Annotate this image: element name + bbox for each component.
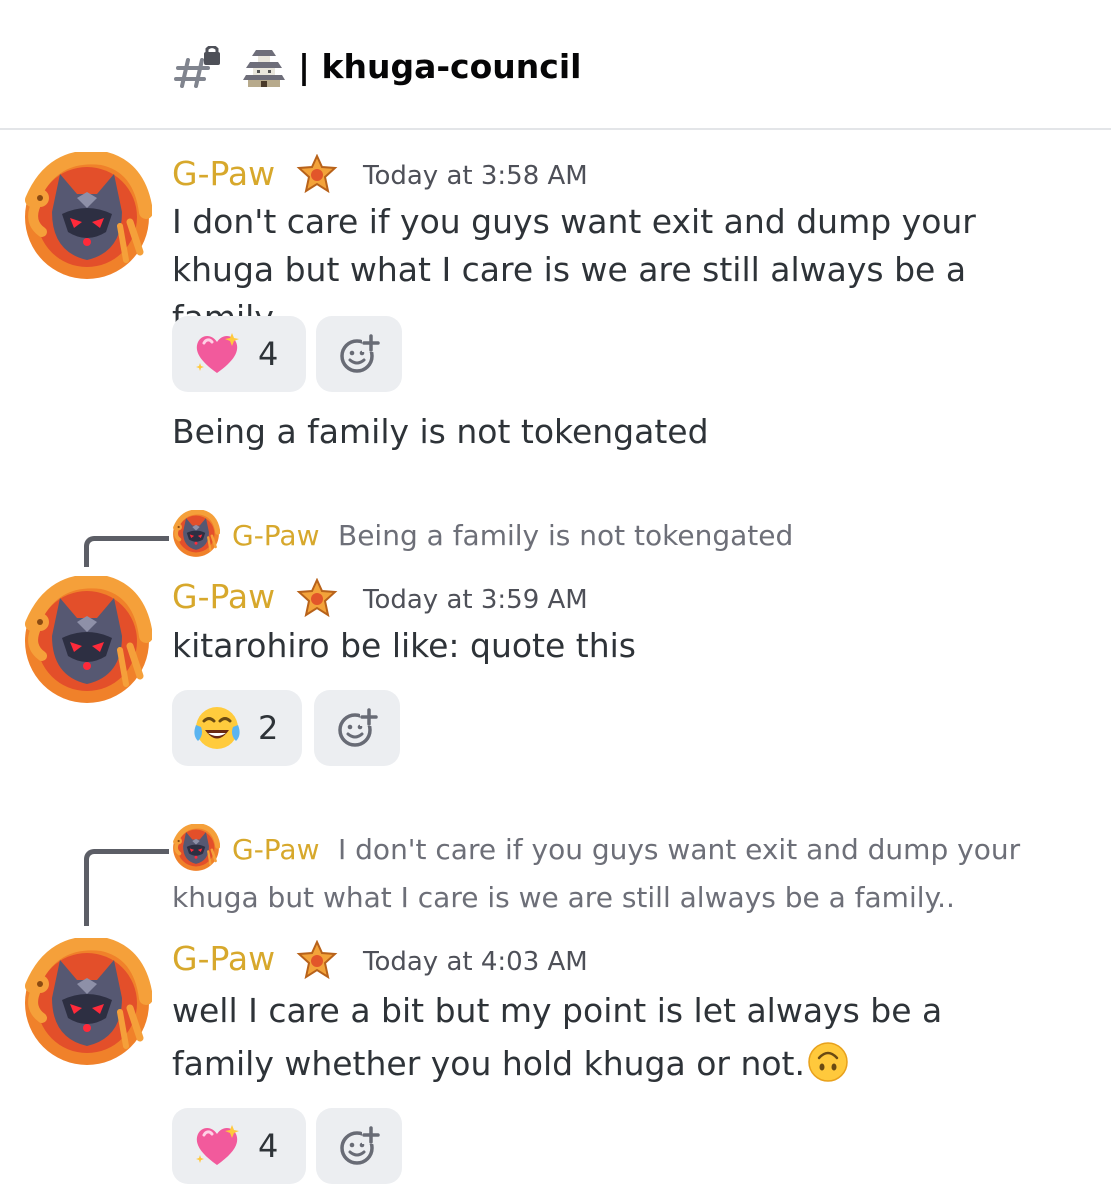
orange-star-badge-icon bbox=[296, 940, 338, 980]
message-text: Being a family is not tokengated bbox=[172, 412, 709, 451]
message-text: I don't care if you guys want exit and d… bbox=[172, 202, 976, 337]
add-reaction-button[interactable] bbox=[316, 1108, 402, 1184]
message-author[interactable]: G-Paw bbox=[172, 577, 275, 617]
reply-author[interactable]: G-Paw bbox=[232, 516, 320, 556]
add-reaction-button[interactable] bbox=[316, 316, 402, 392]
tears-of-joy-icon bbox=[192, 703, 242, 753]
sparkling-heart-icon bbox=[192, 1121, 242, 1171]
reply-connector bbox=[84, 849, 169, 926]
upside-down-face-icon bbox=[807, 1041, 849, 1083]
reply-preview-text[interactable]: Being a family is not tokengated bbox=[338, 512, 793, 560]
reaction-sparkling-heart[interactable]: 4 bbox=[172, 316, 306, 392]
channel-header: | khuga-council bbox=[0, 0, 1111, 130]
user-avatar[interactable] bbox=[22, 152, 152, 282]
sparkling-heart-icon bbox=[192, 329, 242, 379]
message-text: kitarohiro be like: quote this bbox=[172, 626, 636, 665]
user-avatar[interactable] bbox=[22, 576, 152, 706]
orange-star-badge-icon bbox=[296, 578, 338, 618]
reaction-sparkling-heart[interactable]: 4 bbox=[172, 1108, 306, 1184]
reaction-count: 4 bbox=[258, 335, 279, 373]
message-body: well I care a bit but my point is let al… bbox=[172, 984, 1052, 1090]
add-reaction-button[interactable] bbox=[314, 690, 400, 766]
add-reaction-icon bbox=[338, 332, 382, 376]
discord-chat-view: | khuga-council G-Paw Today at 3:58 AM I… bbox=[0, 0, 1111, 1200]
add-reaction-icon bbox=[336, 706, 380, 750]
message-timestamp: Today at 3:59 AM bbox=[363, 585, 588, 615]
channel-name[interactable]: | khuga-council bbox=[298, 44, 581, 90]
message-timestamp: Today at 3:58 AM bbox=[363, 161, 588, 191]
reply-avatar[interactable] bbox=[172, 510, 220, 558]
reaction-count: 4 bbox=[258, 1127, 279, 1165]
message-author[interactable]: G-Paw bbox=[172, 939, 275, 979]
japanese-castle-icon bbox=[243, 50, 285, 87]
orange-star-badge-icon bbox=[296, 154, 338, 194]
reaction-tears-of-joy[interactable]: 2 bbox=[172, 690, 302, 766]
reaction-count: 2 bbox=[258, 709, 279, 747]
reply-preview-text[interactable]: I don't care if you guys want exit and d… bbox=[172, 826, 1082, 922]
user-avatar[interactable] bbox=[22, 938, 152, 1068]
message-author[interactable]: G-Paw bbox=[172, 154, 275, 194]
locked-hash-icon bbox=[174, 46, 220, 88]
message-timestamp: Today at 4:03 AM bbox=[363, 947, 588, 977]
add-reaction-icon bbox=[338, 1124, 382, 1168]
reply-connector bbox=[84, 536, 169, 567]
